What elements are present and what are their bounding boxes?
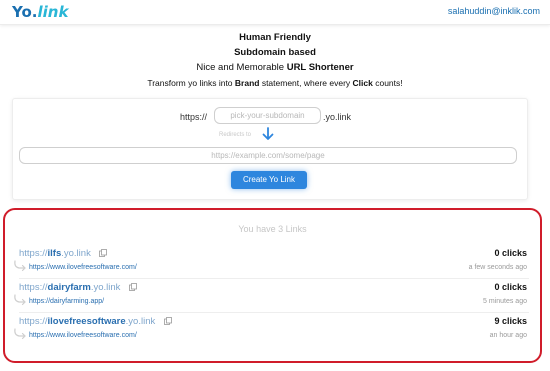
- user-email-link[interactable]: salahuddin@inklik.com: [448, 6, 540, 16]
- short-url-domain: .yo.link: [61, 248, 91, 259]
- short-url-protocol: https://: [19, 282, 48, 293]
- row-divider: [19, 312, 529, 313]
- copy-icon[interactable]: [99, 249, 108, 260]
- destination-url-link[interactable]: https://www.ilovefreesoftware.com/: [29, 264, 137, 271]
- url-prefix-label: https://: [180, 112, 208, 122]
- short-url-link[interactable]: https://ilovefreesoftware.yo.link: [19, 316, 172, 327]
- arrow-down-icon: [262, 127, 274, 146]
- created-timestamp: a few seconds ago: [468, 264, 527, 271]
- short-url-slug: dairyfarm: [47, 282, 91, 293]
- hero-tagline: Transform yo links into Brand statement,…: [0, 77, 550, 90]
- hero-line-3-bold: URL Shortener: [286, 62, 354, 73]
- tagline-brand: Brand: [234, 78, 260, 88]
- links-count-header: You have 3 Links: [238, 224, 307, 234]
- click-count: 9 clicks: [494, 316, 527, 326]
- short-url-link[interactable]: https://dairyfarm.yo.link: [19, 282, 137, 293]
- tagline-prefix: Transform yo links into: [147, 78, 235, 88]
- create-link-card: https:// pick-your-subdomain .yo.link Re…: [12, 98, 528, 200]
- redirect-arrow-icon: [13, 259, 27, 277]
- row-divider: [19, 278, 529, 279]
- subdomain-input[interactable]: pick-your-subdomain: [214, 107, 321, 124]
- short-url-slug: ilfs: [47, 248, 62, 259]
- short-url-slug: ilovefreesoftware: [47, 316, 126, 327]
- tagline-suffix: counts!: [372, 78, 403, 88]
- tagline-click: Click: [352, 78, 373, 88]
- destination-url-link[interactable]: https://www.ilovefreesoftware.com/: [29, 332, 137, 339]
- redirects-to-label: Redirects to: [219, 132, 252, 138]
- created-timestamp: 5 minutes ago: [483, 298, 527, 305]
- copy-icon[interactable]: [129, 283, 137, 294]
- short-url-protocol: https://: [19, 248, 48, 259]
- redirect-arrow-icon: [13, 293, 27, 311]
- click-count: 0 clicks: [494, 282, 527, 292]
- hero-section: Human Friendly Subdomain based Nice and …: [0, 30, 550, 90]
- created-timestamp: an hour ago: [489, 332, 527, 339]
- tagline-mid: statement, where every: [259, 78, 353, 88]
- short-url-domain: .yo.link: [125, 316, 156, 327]
- short-url-link[interactable]: https://ilfs.yo.link: [19, 248, 108, 260]
- url-suffix-label: .yo.link: [323, 112, 352, 122]
- links-panel: You have 3 Links https://ilfs.yo.link 0 …: [3, 208, 542, 363]
- redirect-arrow-icon: [13, 327, 27, 345]
- hero-line-3-prefix: Nice and Memorable: [196, 62, 287, 73]
- top-navbar: Yo.link salahuddin@inklik.com: [0, 0, 550, 25]
- click-count: 0 clicks: [494, 248, 527, 258]
- logo-link-text: link: [37, 3, 69, 21]
- yolink-logo[interactable]: Yo.link: [12, 3, 68, 21]
- destination-url-link[interactable]: https://dairyfarming.app/: [29, 298, 104, 305]
- short-url-domain: .yo.link: [90, 282, 121, 293]
- copy-icon[interactable]: [163, 317, 172, 328]
- hero-line-1: Human Friendly: [239, 32, 311, 43]
- create-yo-link-button[interactable]: Create Yo Link: [231, 171, 307, 189]
- target-url-input[interactable]: https://example.com/some/page: [19, 147, 517, 164]
- link-row: https://ilovefreesoftware.yo.link 9 clic…: [14, 316, 529, 350]
- link-row: https://ilfs.yo.link 0 clicks https://ww…: [14, 248, 529, 282]
- logo-yo-text: Yo.: [12, 3, 38, 21]
- hero-line-2: Subdomain based: [234, 47, 316, 58]
- link-row: https://dairyfarm.yo.link 0 clicks https…: [14, 282, 529, 316]
- hero-line-3: Nice and Memorable URL Shortener: [0, 60, 550, 75]
- short-url-protocol: https://: [19, 316, 48, 327]
